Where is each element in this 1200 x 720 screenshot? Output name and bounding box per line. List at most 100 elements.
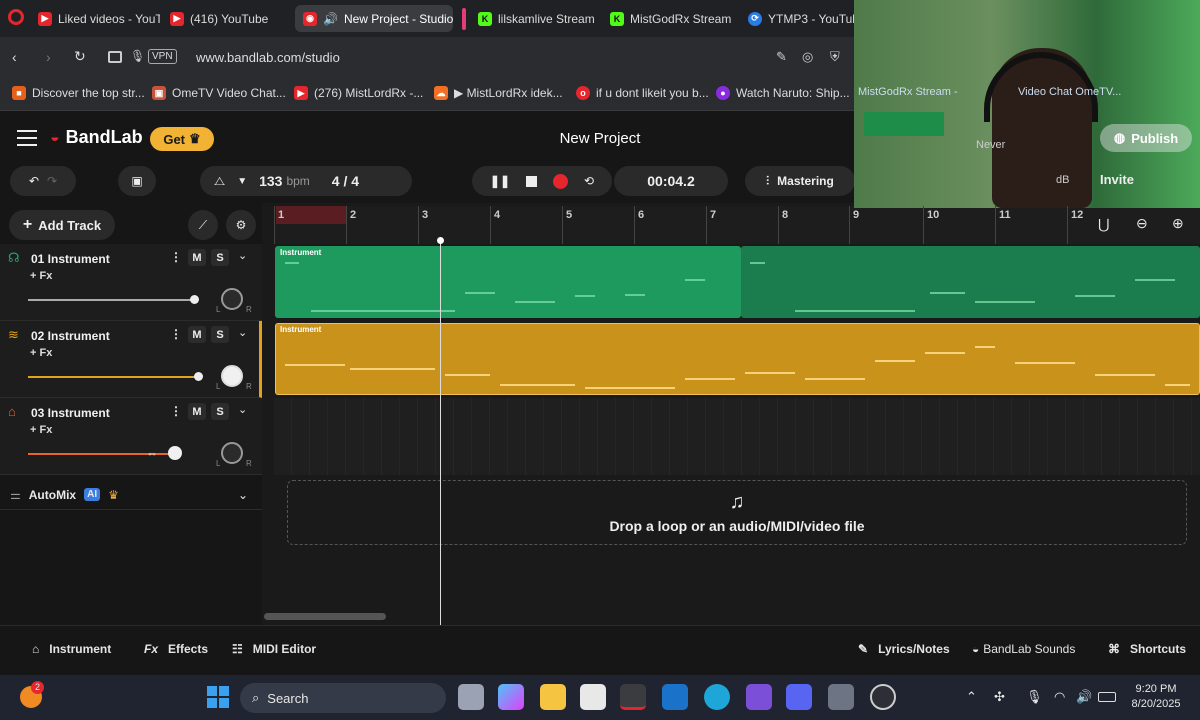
automix-row[interactable]: ⚌ AutoMix AI ♛ ⌄ <box>0 480 262 510</box>
bandlab-sounds-button[interactable]: ◒ BandLab Sounds <box>972 642 1075 656</box>
bookmark-ometv[interactable]: ▣ OmeTV Video Chat... <box>152 86 286 100</box>
invite-button[interactable]: Invite <box>1100 172 1134 187</box>
bandlab-logo[interactable]: ◒ BandLab <box>50 127 143 148</box>
pause-icon[interactable]: ❚❚ <box>490 174 510 188</box>
edit-icon[interactable]: ✎ <box>776 49 787 65</box>
redo-icon[interactable]: ↷ <box>47 174 57 188</box>
mastering-button[interactable]: ⫶ Mastering <box>745 166 855 196</box>
tab-ytmp3[interactable]: ⟳ YTMP3 - YouTube <box>740 5 862 32</box>
volume-handle[interactable] <box>168 446 182 460</box>
chevron-down-icon[interactable]: ⌄ <box>238 488 248 502</box>
track-row-3[interactable]: ⌂ 03 Instrument + Fx ⋮ M S ⌄ ⇔ L R <box>0 398 262 475</box>
magnet-icon[interactable]: ⋃ <box>1098 216 1109 233</box>
more-icon[interactable]: ⋮ <box>170 327 182 341</box>
tray-app-icon[interactable]: ✣ <box>994 689 1005 705</box>
horizontal-scrollbar[interactable] <box>264 613 386 620</box>
pan-knob[interactable] <box>221 365 243 387</box>
pen-tool-button[interactable]: ⟋ <box>188 210 218 240</box>
shield-icon[interactable]: ⛨ <box>830 49 840 65</box>
add-fx-button[interactable]: + Fx <box>30 424 52 436</box>
microphone-icon[interactable]: 🎙 <box>1026 689 1043 705</box>
forward-icon[interactable]: › <box>46 49 51 65</box>
tray-chevron-icon[interactable]: ⌃ <box>966 689 977 705</box>
track-row-2[interactable]: ≋ 02 Instrument + Fx ⋮ M S ⌄ L R <box>0 321 262 398</box>
volume-icon[interactable]: 🔊 <box>1076 689 1092 705</box>
battery-icon[interactable] <box>1098 692 1116 702</box>
publish-button[interactable]: ◍ Publish <box>1100 124 1192 152</box>
more-icon[interactable]: ⋮ <box>170 404 182 418</box>
track-row-1[interactable]: ☊ 01 Instrument + Fx ⋮ M S ⌄ L R <box>0 244 262 321</box>
mute-button[interactable]: M <box>188 249 206 266</box>
get-button[interactable]: Get ♛ <box>150 127 214 151</box>
vpn-badge[interactable]: VPN <box>148 49 177 64</box>
midi-editor-tab[interactable]: ☷ MIDI Editor <box>232 642 316 656</box>
chevron-down-icon[interactable]: ▼ <box>237 176 247 187</box>
chevron-down-icon[interactable]: ⌄ <box>238 403 247 416</box>
obs-icon[interactable] <box>870 684 896 710</box>
track-name[interactable]: 01 Instrument <box>31 252 110 266</box>
add-fx-button[interactable]: + Fx <box>30 347 52 359</box>
outlook-icon[interactable] <box>662 684 688 710</box>
stop-icon[interactable] <box>526 175 538 187</box>
copilot-icon[interactable] <box>498 684 524 710</box>
tab-mistgodrx[interactable]: K MistGodRx Stream <box>602 5 734 32</box>
discord-icon[interactable] <box>786 684 812 710</box>
camera-app-icon[interactable] <box>828 684 854 710</box>
tab-new-project-studio[interactable]: ◉ 🔊 New Project - Studio <box>295 5 453 32</box>
add-fx-button[interactable]: + Fx <box>30 270 52 282</box>
menu-icon[interactable] <box>17 130 37 146</box>
undo-icon[interactable]: ↶ <box>29 174 39 188</box>
time-signature[interactable]: 4 / 4 <box>332 173 359 189</box>
app-icon[interactable] <box>746 684 772 710</box>
shortcuts-button[interactable]: ⌘ Shortcuts <box>1108 642 1186 656</box>
solo-button[interactable]: S <box>211 249 229 266</box>
effects-tab[interactable]: Fx Effects <box>144 642 208 656</box>
loop-icon[interactable]: ⟲ <box>584 174 594 188</box>
url-field[interactable]: www.bandlab.com/studio <box>196 50 340 65</box>
track-name[interactable]: 02 Instrument <box>31 329 110 343</box>
taskbar-search[interactable]: ⌕ Search <box>240 683 446 713</box>
bookmark-mistlordrx-youtube[interactable]: ▶ (276) MistLordRx -... <box>294 86 423 100</box>
solo-button[interactable]: S <box>211 403 229 420</box>
tab-liked-videos[interactable]: ▶Liked videos - YouTube <box>30 5 160 32</box>
timeline-ruler[interactable] <box>274 206 1200 244</box>
drop-zone[interactable]: ♫ Drop a loop or an audio/MIDI/video fil… <box>287 480 1187 545</box>
bpm-value[interactable]: 133 <box>259 173 282 189</box>
reload-icon[interactable]: ↻ <box>74 48 86 65</box>
view-toggle-button[interactable]: ▣ <box>118 166 156 196</box>
track-settings-button[interactable]: ⚙ <box>226 210 256 240</box>
file-explorer-icon[interactable] <box>540 684 566 710</box>
chevron-down-icon[interactable]: ⌄ <box>238 249 247 262</box>
task-view-icon[interactable] <box>458 684 484 710</box>
store-icon[interactable] <box>580 684 606 710</box>
zoom-in-icon[interactable]: ⊕ <box>1172 215 1184 232</box>
project-title[interactable]: New Project <box>520 130 680 147</box>
lane-3-background[interactable] <box>274 398 1200 475</box>
playhead-handle[interactable] <box>437 237 444 244</box>
lyrics-notes-button[interactable]: ✎ Lyrics/Notes <box>858 642 950 656</box>
bookmark-if-u-dont[interactable]: o if u dont likeit you b... <box>576 86 709 100</box>
camera-icon[interactable]: ◎ <box>802 49 813 65</box>
edge-icon[interactable] <box>704 684 730 710</box>
volume-handle[interactable] <box>194 372 203 381</box>
pan-knob[interactable] <box>221 442 243 464</box>
record-icon[interactable] <box>553 173 569 189</box>
volume-slider[interactable] <box>28 376 198 378</box>
zoom-out-icon[interactable]: ⊖ <box>1136 215 1148 232</box>
mute-button[interactable]: M <box>188 403 206 420</box>
sidebar-toggle-icon[interactable] <box>108 51 122 63</box>
microphone-icon[interactable]: 🎙 <box>130 49 145 63</box>
wifi-icon[interactable]: ◠ <box>1054 689 1065 705</box>
instrument-tab[interactable]: ⌂ Instrument <box>32 642 111 656</box>
opera-icon[interactable] <box>620 684 646 710</box>
track-name[interactable]: 03 Instrument <box>31 406 110 420</box>
tab-lilskamlive[interactable]: Klilskamlive Stream <box>470 5 600 32</box>
tab-youtube[interactable]: ▶ (416) YouTube <box>162 5 292 32</box>
mute-button[interactable]: M <box>188 326 206 343</box>
back-icon[interactable]: ‹ <box>12 49 17 65</box>
chevron-down-icon[interactable]: ⌄ <box>238 326 247 339</box>
volume-slider[interactable] <box>28 299 194 301</box>
metronome-icon[interactable]: ⧍ <box>214 174 225 189</box>
bookmark-naruto[interactable]: ● Watch Naruto: Ship... <box>716 86 850 100</box>
pan-knob[interactable] <box>221 288 243 310</box>
